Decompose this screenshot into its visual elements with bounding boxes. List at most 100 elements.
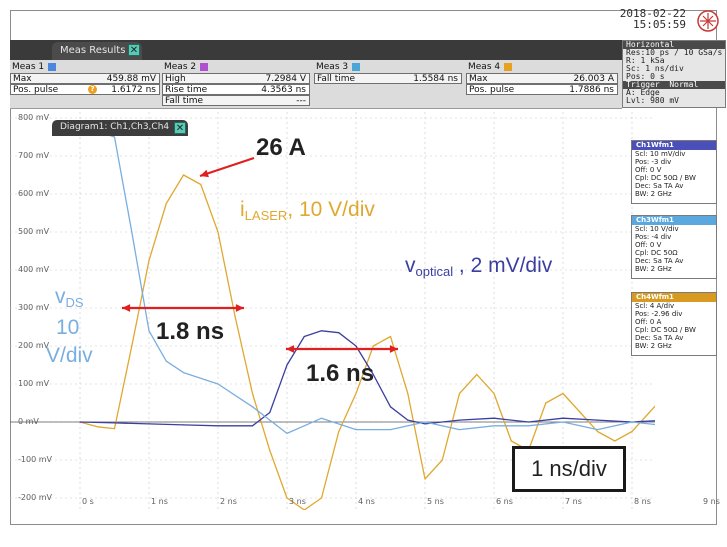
meas-column-3[interactable]: Meas 3 Fall time 1.5584 ns <box>314 60 464 108</box>
laser-trace-point <box>545 402 547 404</box>
meas-column-2[interactable]: Meas 2 High 7.2984 V Rise time 4.3563 ns F… <box>162 60 312 108</box>
diagram-close-icon[interactable]: ✕ <box>174 122 186 134</box>
optical-trace-point <box>527 421 530 423</box>
optical-label: v <box>405 254 416 277</box>
wfm-line: Dec: Sa TA Av <box>635 257 684 265</box>
optical-trace-point <box>458 419 461 421</box>
ch3-waveform-title: Ch3Wfm1 <box>632 216 716 225</box>
laser-trace-point <box>648 411 650 414</box>
optical-trace-point <box>320 330 323 332</box>
peak-arrow <box>199 156 255 178</box>
vds-trace-point <box>113 136 116 138</box>
laser-trace-point <box>338 430 340 433</box>
laser-trace-point <box>389 335 392 338</box>
x-tick-label: 4 ns <box>358 497 375 506</box>
y-tick-label: 500 mV <box>18 227 50 236</box>
meas-1-title: Meas 1 <box>12 62 45 72</box>
vds-trace-point <box>303 425 305 427</box>
laser-trace-point <box>372 345 374 347</box>
wfm-line: Off: 0 A <box>635 318 662 326</box>
ch3-waveform-box[interactable]: Ch3Wfm1 Scl: 10 V/div Pos: -4 div Off: 0… <box>631 215 717 279</box>
meas-value: 459.88 mV <box>106 74 156 84</box>
y-tick-label: -100 mV <box>18 455 52 464</box>
y-tick-label: 700 mV <box>18 151 50 160</box>
vds-trace-point <box>562 421 564 423</box>
vds-trace-point <box>389 429 392 431</box>
laser-trace-point <box>631 430 633 433</box>
laser-trace-point <box>131 345 133 347</box>
rohde-schwarz-logo-icon <box>697 10 719 32</box>
wfm-line: BW: 2 GHz <box>635 190 672 198</box>
laser-trace-point <box>251 392 254 395</box>
meas-2-row: High 7.2984 V <box>162 73 310 84</box>
vds-annotation: vDS <box>55 285 84 310</box>
meas-column-4[interactable]: Meas 4 Max 26.003 A Pos. pulse 1.7886 ns <box>466 60 618 108</box>
meas-value: 7.2984 V <box>265 74 306 84</box>
vds-scale-1: 10 <box>56 316 80 339</box>
wfm-line: Scl: 10 V/div <box>635 225 679 233</box>
optical-trace-point <box>338 332 340 334</box>
meas-2-color-icon <box>200 62 209 71</box>
meas-4-row: Max 26.003 A <box>466 73 618 84</box>
ch4-waveform-box[interactable]: Ch4Wfm1 Scl: 4 A/div Pos: -2.96 div Off:… <box>631 292 717 356</box>
horizontal-line: R: 1 kSa <box>626 57 665 65</box>
x-tick-label: 6 ns <box>496 497 513 506</box>
wfm-line: Cpl: DC 50Ω / BW <box>635 174 696 182</box>
optical-trace-point <box>303 335 305 338</box>
laser-trace-point <box>614 440 616 442</box>
diagram-tab[interactable]: Diagram1: Ch1,Ch3,Ch4 <box>52 120 188 136</box>
laser-trace-point <box>217 231 219 233</box>
meas-column-1[interactable]: Meas 1 Max 459.88 mV Pos. pulse? 1.6172 ns <box>10 60 160 108</box>
optical-trace-point <box>269 411 271 414</box>
meas-value: 1.6172 ns <box>111 85 156 95</box>
wfm-line: Pos: -4 div <box>635 233 672 241</box>
vds-trace-point <box>165 360 167 362</box>
meas-1-row: Pos. pulse? 1.6172 ns <box>10 84 160 95</box>
vds-trace-point <box>286 432 288 434</box>
peak-current-annotation: 26 A <box>256 134 306 161</box>
optical-trace-point <box>562 417 564 419</box>
wfm-line: Off: 0 V <box>635 241 662 249</box>
horizontal-panel[interactable]: Horizontal Res:10 ps / 10 GSa/s R: 1 kSa… <box>622 40 726 108</box>
x-tick-label: 9 ns <box>703 497 720 506</box>
laser-trace-point <box>424 478 426 480</box>
meas-label: Pos. pulse <box>469 85 515 95</box>
optical-width-annotation: 1.6 ns <box>306 360 375 387</box>
laser-trace-point <box>441 459 443 461</box>
laser-width-arrow-head <box>235 304 244 312</box>
y-tick-label: 400 mV <box>18 265 50 274</box>
wfm-line: Off: 0 V <box>635 166 662 174</box>
laser-trace-point <box>579 411 581 414</box>
vds-trace-point <box>251 406 254 408</box>
laser-width-arrow-head <box>122 304 131 312</box>
vds-trace-point <box>631 421 633 423</box>
y-tick-label: 200 mV <box>18 341 50 350</box>
optical-trace-point <box>217 425 219 427</box>
meas-results-close-icon[interactable]: ✕ <box>128 44 140 56</box>
meas-1-color-icon <box>48 62 57 71</box>
laser-trace-point <box>165 202 167 205</box>
vds-trace-point <box>527 425 530 427</box>
wfm-line: Dec: Sa TA Av <box>635 334 684 342</box>
laser-trace-point <box>355 392 357 395</box>
x-tick-label: 1 ns <box>151 497 168 506</box>
meas-label: Max <box>13 74 32 84</box>
vds-trace-point <box>355 429 357 431</box>
laser-trace-point <box>596 430 599 433</box>
meas-label: Fall time <box>165 96 204 106</box>
ch4-waveform-title: Ch4Wfm1 <box>632 293 716 302</box>
wfm-line: BW: 2 GHz <box>635 342 672 350</box>
meas-label: Pos. pulse <box>13 85 59 95</box>
y-tick-label: 600 mV <box>18 189 50 198</box>
optical-trace-point <box>182 424 185 426</box>
laser-width-annotation: 1.8 ns <box>156 318 225 345</box>
trigger-mode: Normal <box>669 81 699 89</box>
meas-3-color-icon <box>352 62 361 71</box>
meas-value: --- <box>296 96 306 106</box>
ch1-waveform-title: Ch1Wfm1 <box>632 141 716 150</box>
laser-trace-point <box>148 259 150 262</box>
ch1-waveform-box[interactable]: Ch1Wfm1 Scl: 10 mV/div Pos: -3 div Off: … <box>631 140 717 204</box>
wfm-line: Pos: -2.96 div <box>635 310 683 318</box>
meas-label: High <box>165 74 186 84</box>
vds-scale-2: V/div <box>46 344 93 367</box>
